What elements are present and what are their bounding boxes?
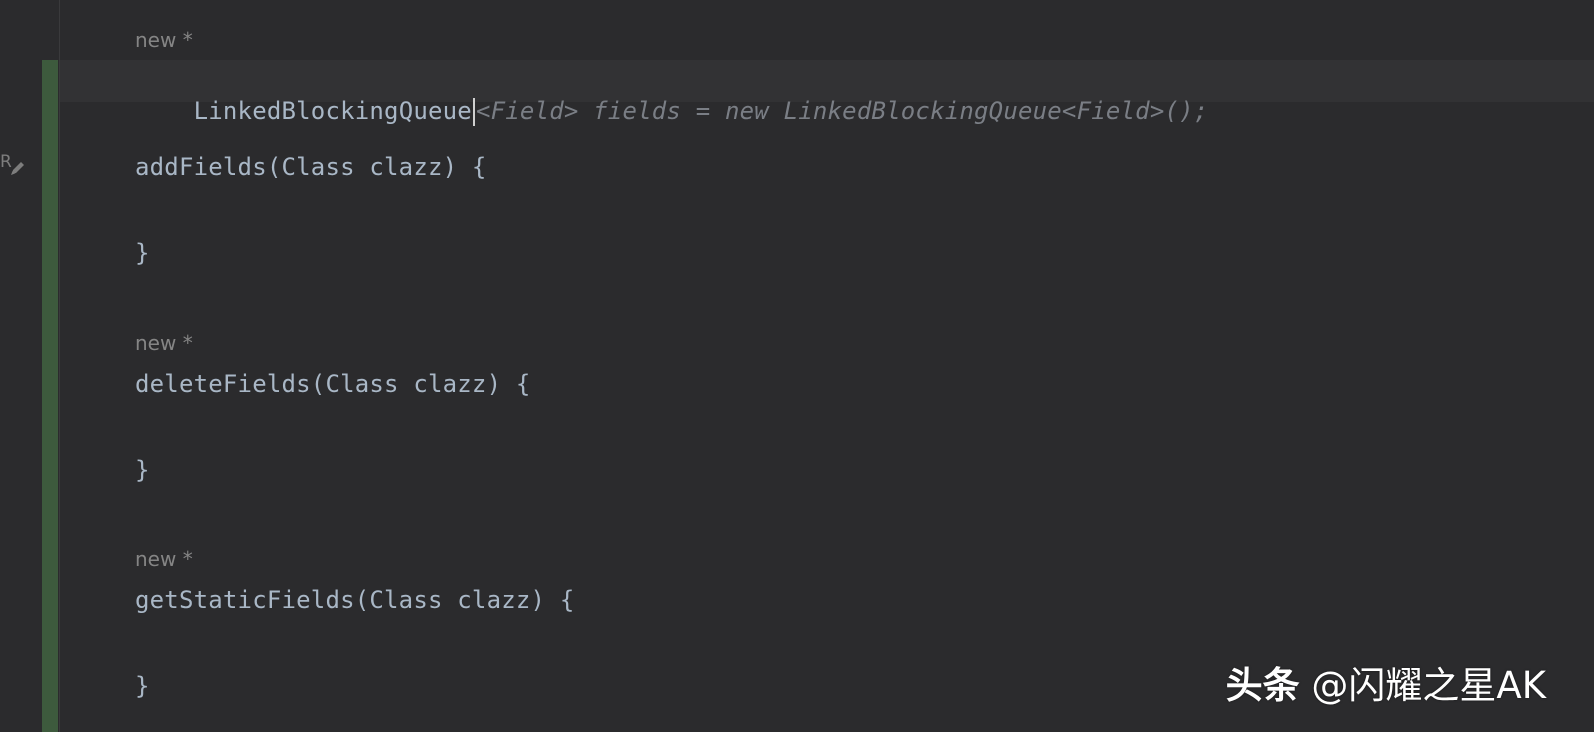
usage-hint[interactable]: new * xyxy=(135,25,193,55)
code-line-method-getstaticfields[interactable]: getStaticFields(Class clazz) { xyxy=(135,585,574,615)
code-line-closing-brace[interactable]: } xyxy=(135,455,150,485)
code-line-method-deletefields[interactable]: deleteFields(Class clazz) { xyxy=(135,369,531,399)
usage-hint[interactable]: new * xyxy=(135,544,193,574)
watermark: 头条 @闪耀之星AK xyxy=(1226,655,1546,709)
inline-completion-suggestion[interactable]: <Field> fields = new LinkedBlockingQueue… xyxy=(476,97,1208,125)
usage-hint[interactable]: new * xyxy=(135,328,193,358)
reviewer-edit-icon[interactable]: R xyxy=(0,152,30,182)
code-line-closing-brace[interactable]: } xyxy=(135,238,150,268)
gutter-divider xyxy=(59,0,60,732)
text-caret xyxy=(472,98,475,126)
code-line-field-declaration[interactable]: LinkedBlockingQueue <Field> fields = new … xyxy=(135,66,1208,156)
code-editor[interactable]: R new * LinkedBlockingQueue <Field> field… xyxy=(0,0,1594,732)
typed-code: LinkedBlockingQueue xyxy=(193,97,472,125)
code-line-method-addfields[interactable]: addFields(Class clazz) { xyxy=(135,152,487,182)
pencil-icon xyxy=(11,162,24,175)
watermark-handle: @闪耀之星AK xyxy=(1311,664,1546,707)
editor-gutter[interactable]: R xyxy=(0,0,60,732)
vcs-change-marker[interactable] xyxy=(42,60,58,732)
watermark-brand: 头条 xyxy=(1225,664,1300,707)
code-line-closing-brace[interactable]: } xyxy=(135,671,150,701)
